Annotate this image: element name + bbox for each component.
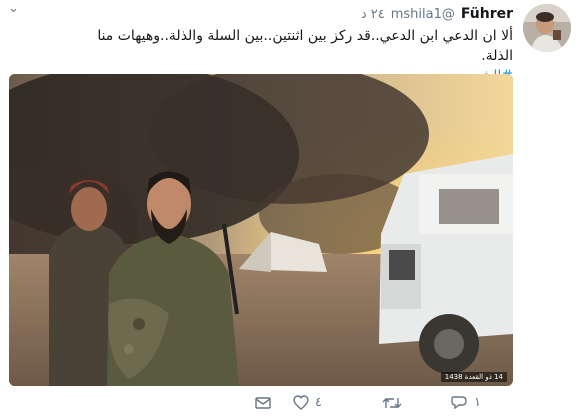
tweet-photo[interactable]: 14 ذو القعدة 1438	[9, 74, 513, 386]
tweet-body: ألا ان الدعي ابن الدعي..قد ركز بين اثنتي…	[97, 28, 513, 64]
like-count: ٤	[315, 395, 322, 410]
tweet-actions: ٤ ١	[255, 395, 481, 410]
reply-count: ١	[473, 395, 481, 410]
avatar[interactable]	[523, 4, 571, 52]
dm-button[interactable]	[255, 396, 271, 410]
photo-illustration	[9, 74, 513, 386]
photo-watermark: 14 ذو القعدة 1438	[440, 372, 507, 382]
heart-icon	[293, 395, 309, 410]
timestamp[interactable]: ٢٤ د	[361, 7, 385, 22]
chevron-down-icon[interactable]: ⌄	[8, 2, 19, 16]
envelope-icon	[255, 396, 271, 410]
reply-button[interactable]: ١	[450, 395, 481, 410]
retweet-button[interactable]	[382, 396, 408, 410]
like-button[interactable]: ٤	[293, 395, 322, 410]
retweet-icon	[382, 396, 402, 410]
reply-icon	[450, 395, 468, 410]
display-name[interactable]: Führer	[461, 6, 513, 22]
user-handle[interactable]: @mshila1	[391, 7, 455, 22]
tweet-header: Führer @mshila1 ٢٤ د	[361, 6, 513, 22]
